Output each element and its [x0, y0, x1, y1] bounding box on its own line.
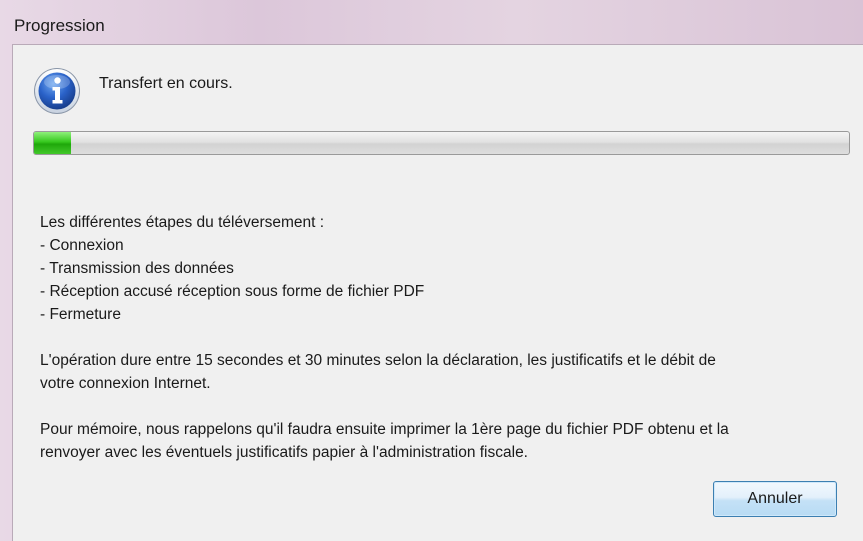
reminder-text: Pour mémoire, nous rappelons qu'il faudr… [40, 421, 729, 438]
title-bar[interactable]: Progression [0, 0, 863, 44]
reminder-text: renvoyer avec les éventuels justificatif… [40, 444, 528, 461]
steps-heading: Les différentes étapes du téléversement … [40, 214, 325, 231]
window-title: Progression [14, 16, 105, 35]
status-text: Transfert en cours. [99, 75, 233, 92]
info-icon [34, 68, 80, 114]
cancel-button[interactable]: Annuler [713, 481, 837, 517]
step-item: - Réception accusé réception sous forme … [40, 283, 425, 300]
step-item: - Connexion [40, 237, 124, 254]
dialog-message: Les différentes étapes du téléversement … [40, 211, 858, 464]
duration-text: votre connexion Internet. [40, 375, 211, 392]
progress-fill [34, 132, 71, 154]
step-item: - Fermeture [40, 306, 121, 323]
dialog-content: Transfert en cours. Les différentes étap… [12, 44, 863, 541]
progress-dialog: Progression Transfert en cours. Les diff… [0, 0, 863, 541]
progress-bar [33, 131, 850, 155]
duration-text: L'opération dure entre 15 secondes et 30… [40, 352, 716, 369]
step-item: - Transmission des données [40, 260, 234, 277]
